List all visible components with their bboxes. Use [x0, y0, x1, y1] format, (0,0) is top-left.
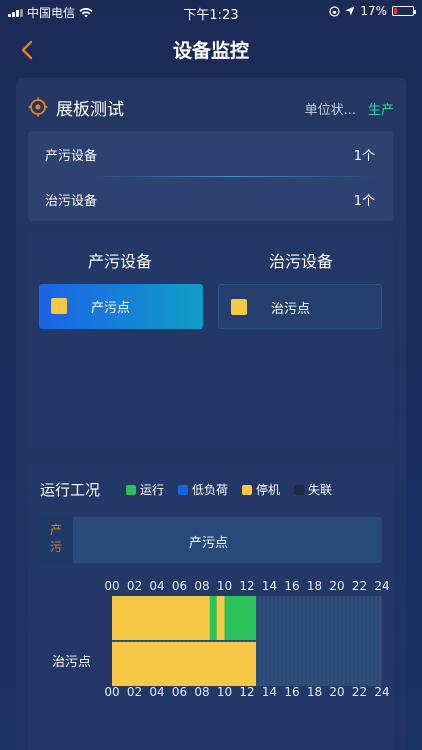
hour-tick: 06: [171, 579, 188, 593]
rotation-lock-icon: [329, 5, 340, 17]
status-square-icon: [231, 299, 247, 315]
hour-tick: 22: [351, 685, 368, 699]
summary-row-treatment[interactable]: 治污设备 1个: [28, 176, 393, 221]
legend-item-offline: 失联: [294, 481, 332, 498]
production-devices-title: 产污设备: [87, 252, 152, 271]
hour-tick: 22: [351, 579, 368, 593]
unit-status-value: 生产: [367, 103, 394, 118]
card-header: 展板测试 单位状... 生产: [28, 94, 394, 122]
legend-swatch: [294, 484, 305, 495]
hour-tick: 14: [261, 685, 278, 699]
status-bar: 中国电信 下午1:23 17%: [0, 0, 422, 24]
legend-swatch: [178, 484, 189, 495]
hour-tick: 04: [149, 685, 165, 699]
battery-level: [394, 8, 398, 14]
target-icon: [28, 97, 48, 117]
hour-tick: 24: [374, 579, 390, 593]
device-card: 产污设备 治污设备 产污点 治污点: [28, 232, 393, 450]
legend: 运行 低负荷 停机 失联: [126, 481, 332, 498]
timeline-segment: [112, 642, 256, 686]
status-card: 运行工况 运行 低负荷 停机 失联 产污 产污点 00 02 04 06 08 10 12 1…: [28, 462, 393, 750]
legend-label: 运行: [140, 483, 165, 497]
legend-item-stopped: 停机: [242, 481, 280, 498]
timeline-chart: [112, 596, 382, 686]
status-right: 17%: [329, 4, 416, 18]
legend-item-running: 运行: [126, 481, 164, 498]
timeline-segment: [209, 596, 217, 640]
timeline-segment: [216, 596, 225, 640]
hour-tick: 18: [306, 685, 323, 699]
legend-swatch: [126, 484, 136, 495]
location-icon: [345, 6, 355, 16]
battery-icon: [392, 6, 416, 16]
hour-tick: 00: [104, 685, 120, 699]
hour-tick: 24: [374, 685, 390, 699]
legend-label: 失联: [308, 483, 333, 497]
summary-card: 产污设备 1个 治污设备 1个: [28, 131, 393, 221]
hour-tick: 18: [306, 579, 323, 593]
production-point-label: 产污点: [189, 536, 229, 551]
hour-tick: 20: [329, 685, 345, 699]
legend-label: 停机: [256, 483, 281, 497]
hour-tick: 20: [329, 579, 345, 593]
card-title: 展板测试: [56, 100, 124, 120]
hour-tick: 10: [216, 579, 233, 593]
hour-tick: 02: [126, 579, 143, 593]
hour-tick: 10: [216, 685, 233, 699]
summary-label: 产污设备: [45, 149, 98, 164]
timeline-row-label: 治污点: [52, 655, 92, 670]
device-label: 产污点: [91, 301, 131, 316]
battery-percent: 17%: [360, 4, 387, 18]
hour-tick: 00: [104, 579, 120, 593]
timeline-segment: [112, 596, 210, 640]
unit-status-label: 单位状...: [304, 103, 356, 118]
page-title: 设备监控: [172, 40, 249, 62]
device-label: 治污点: [271, 302, 311, 317]
hour-tick: 12: [239, 685, 255, 699]
timeline-segment: [224, 596, 256, 640]
hour-tick: 02: [126, 685, 143, 699]
treatment-point-button[interactable]: 治污点: [218, 284, 382, 329]
hour-tick: 16: [284, 685, 300, 699]
hour-tick: 12: [239, 579, 255, 593]
hour-tick: 08: [194, 579, 210, 593]
production-tag: 产污: [39, 517, 73, 563]
hour-tick: 04: [149, 579, 165, 593]
hour-tick: 06: [171, 685, 188, 699]
status-square-icon: [51, 298, 67, 314]
hour-tick: 14: [261, 579, 278, 593]
status-title: 运行工况: [40, 481, 101, 499]
legend-item-low-load: 低负荷: [178, 481, 228, 498]
hour-tick: 16: [284, 579, 300, 593]
summary-value: 1个: [353, 194, 375, 209]
legend-label: 低负荷: [192, 483, 229, 497]
treatment-devices-title: 治污设备: [268, 252, 333, 271]
summary-row-production[interactable]: 产污设备 1个: [28, 131, 393, 176]
production-point-button[interactable]: 产污点: [39, 284, 203, 329]
summary-label: 治污设备: [45, 194, 98, 209]
hour-tick: 08: [194, 685, 210, 699]
nav-bar: 设备监控: [0, 28, 422, 68]
summary-value: 1个: [353, 149, 375, 164]
production-point-row[interactable]: 产污 产污点: [39, 517, 382, 563]
legend-swatch: [242, 484, 253, 495]
